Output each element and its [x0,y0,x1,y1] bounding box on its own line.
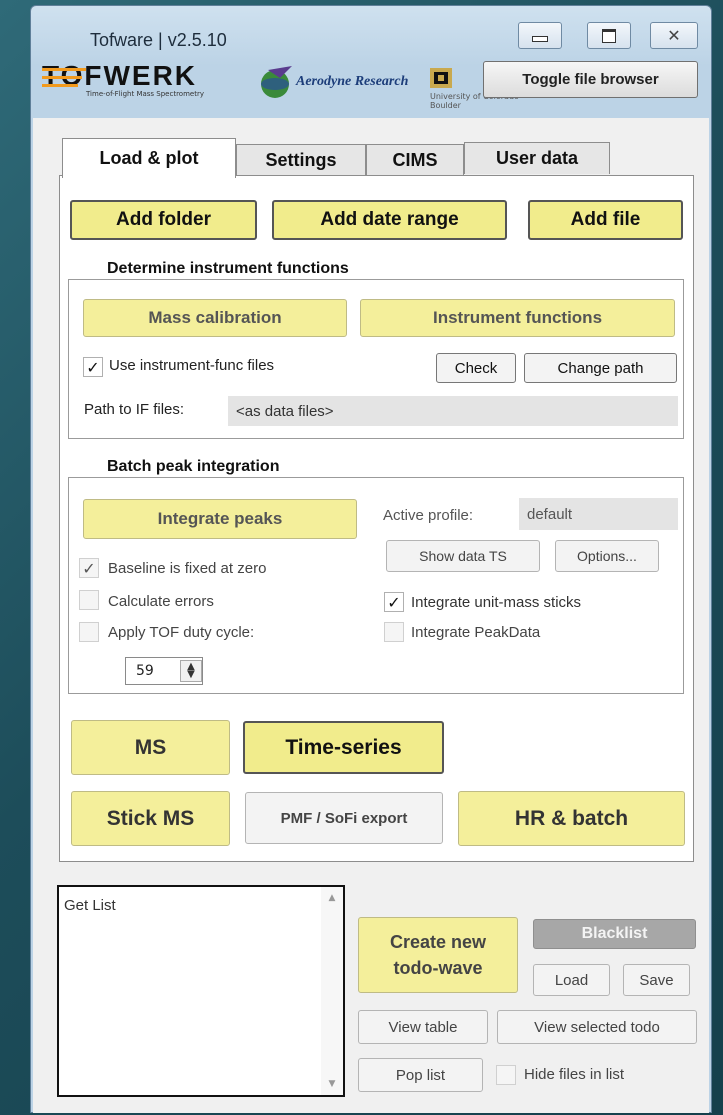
hide-files-label: Hide files in list [524,1066,625,1083]
aerodyne-logo-text: Aerodyne Research [296,74,409,89]
baseline-fixed-label: Baseline is fixed at zero [108,560,267,577]
time-series-button[interactable]: Time-series [243,721,444,774]
apply-tof-duty-checkbox[interactable] [79,622,99,642]
integrate-peaks-button[interactable]: Integrate peaks [83,499,357,539]
minimize-icon [532,35,548,42]
integrate-unit-mass-checkbox[interactable]: ✓ [384,592,404,612]
tab-settings[interactable]: Settings [236,144,366,176]
path-if-files-field[interactable]: <as data files> [228,396,678,426]
change-path-button[interactable]: Change path [524,353,677,383]
list-scrollbar[interactable]: ▲ ▼ [321,887,343,1095]
view-selected-todo-button[interactable]: View selected todo [497,1010,697,1044]
apply-tof-duty-label: Apply TOF duty cycle: [108,624,255,641]
tab-load-plot[interactable]: Load & plot [62,138,236,178]
calculate-errors-checkbox[interactable] [79,590,99,610]
tofwerk-logo-subtext: Time-of-Flight Mass Spectrometry [86,90,204,98]
tofwerk-logo: TOFWERK Time-of-Flight Mass Spectrometry [42,62,252,100]
ms-button[interactable]: MS [71,720,230,775]
check-icon: ✓ [82,558,96,578]
cu-logo-icon [428,66,454,92]
instrument-functions-group-title: Determine instrument functions [103,260,353,278]
instrument-functions-button[interactable]: Instrument functions [360,299,675,337]
options-button[interactable]: Options... [555,540,659,572]
add-folder-button[interactable]: Add folder [70,200,257,240]
aerodyne-globe-icon [258,64,298,100]
get-list-box[interactable]: Get List ▲ ▼ [57,885,345,1097]
batch-integration-group-title: Batch peak integration [103,458,284,476]
pop-list-button[interactable]: Pop list [358,1058,483,1092]
stepper-arrows-icon[interactable]: ▲ ▼ [180,660,202,682]
path-if-files-label: Path to IF files: [84,401,185,418]
add-date-range-button[interactable]: Add date range [272,200,507,240]
check-icon: ✓ [387,592,401,612]
show-data-ts-button[interactable]: Show data TS [386,540,540,572]
create-todo-wave-button[interactable]: Create new todo-wave [358,917,518,993]
maximize-icon [602,28,616,43]
get-list-text: Get List [64,897,116,914]
tab-user-data[interactable]: User data [464,142,610,174]
view-table-button[interactable]: View table [358,1010,488,1044]
check-button[interactable]: Check [436,353,516,383]
create-todo-line2: todo-wave [393,958,483,978]
tofwerk-mark [42,62,86,90]
add-file-button[interactable]: Add file [528,200,683,240]
use-if-files-label: Use instrument-func files [109,357,275,374]
scroll-up-icon[interactable]: ▲ [321,893,343,903]
hide-files-checkbox[interactable] [496,1065,516,1085]
baseline-fixed-checkbox[interactable]: ✓ [79,558,99,578]
use-if-files-checkbox[interactable]: ✓ [83,357,103,377]
window-title: Tofware | v2.5.10 [90,30,227,50]
blacklist-load-button[interactable]: Load [533,964,610,996]
mass-calibration-button[interactable]: Mass calibration [83,299,347,337]
duty-cycle-stepper[interactable]: 59 ▲ ▼ [125,657,203,685]
active-profile-field[interactable]: default [519,498,678,530]
pmf-sofi-export-button[interactable]: PMF / SoFi export [245,792,443,844]
create-todo-line1: Create new [389,932,487,952]
integrate-peakdata-checkbox[interactable] [384,622,404,642]
scroll-down-icon[interactable]: ▼ [321,1079,343,1089]
close-icon: ✕ [667,26,681,45]
duty-cycle-value: 59 [136,663,154,679]
toggle-file-browser-button[interactable]: Toggle file browser [483,61,698,98]
hr-batch-button[interactable]: HR & batch [458,791,685,846]
minimize-button[interactable] [518,22,562,49]
stick-ms-button[interactable]: Stick MS [71,791,230,846]
tab-cims[interactable]: CIMS [366,144,464,176]
calculate-errors-label: Calculate errors [108,593,214,610]
blacklist-button[interactable]: Blacklist [533,919,696,949]
maximize-button[interactable] [587,22,631,49]
blacklist-save-button[interactable]: Save [623,964,690,996]
close-button[interactable]: ✕ [650,22,698,49]
active-profile-label: Active profile: [383,507,474,524]
integrate-peakdata-label: Integrate PeakData [411,624,541,641]
integrate-unit-mass-label: Integrate unit-mass sticks [411,594,582,611]
cu-line2: Boulder [430,101,461,110]
check-icon: ✓ [86,357,100,377]
